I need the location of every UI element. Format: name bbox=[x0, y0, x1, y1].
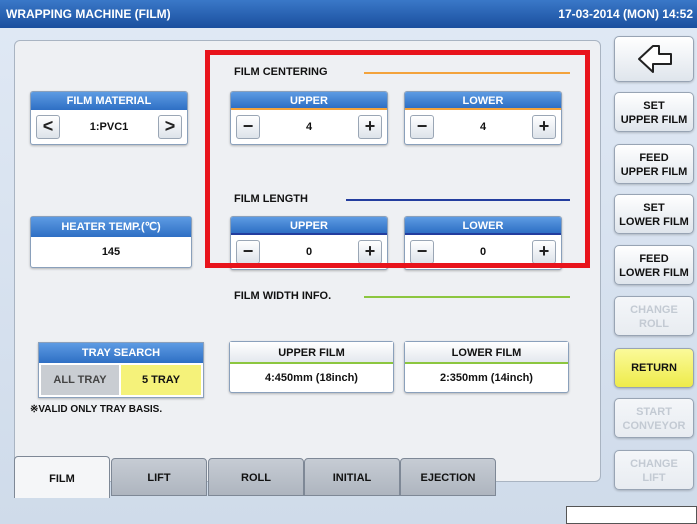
length-upper-value: 0 bbox=[305, 246, 313, 258]
tray-search-label: TRAY SEARCH bbox=[39, 343, 203, 363]
feed-upper-film-label-1: FEED bbox=[639, 152, 669, 164]
centering-lower-plus-button[interactable]: + bbox=[532, 115, 556, 139]
film-material-next-button[interactable]: > bbox=[158, 115, 182, 139]
change-roll-button[interactable]: CHANGE ROLL bbox=[614, 296, 694, 336]
film-material-label: FILM MATERIAL bbox=[31, 92, 187, 110]
return-arrow-icon bbox=[638, 45, 672, 73]
length-lower-label: LOWER bbox=[405, 217, 561, 235]
centering-upper-plus-button[interactable]: + bbox=[358, 115, 382, 139]
tab-lift[interactable]: LIFT bbox=[111, 458, 207, 496]
tab-initial[interactable]: INITIAL bbox=[304, 458, 400, 496]
window-title: WRAPPING MACHINE (FILM) bbox=[6, 7, 171, 21]
upper-film-info: UPPER FILM 4:450mm (18inch) bbox=[229, 341, 394, 393]
title-bar: WRAPPING MACHINE (FILM) 17-03-2014 (MON)… bbox=[0, 0, 697, 28]
film-width-label: FILM WIDTH INFO. bbox=[234, 290, 332, 302]
tray-search-control: TRAY SEARCH ALL TRAY 5 TRAY bbox=[38, 342, 204, 398]
length-lower-control: LOWER − 0 + bbox=[404, 216, 562, 270]
set-upper-film-button[interactable]: SET UPPER FILM bbox=[614, 92, 694, 132]
set-upper-film-label-1: SET bbox=[643, 100, 665, 112]
film-centering-label: FILM CENTERING bbox=[234, 66, 328, 78]
tab-film[interactable]: FILM bbox=[14, 456, 110, 498]
film-length-label: FILM LENGTH bbox=[234, 193, 308, 205]
centering-lower-minus-button[interactable]: − bbox=[410, 115, 434, 139]
start-conveyor-label-2: CONVEYOR bbox=[622, 420, 686, 432]
heater-temp-display[interactable]: HEATER TEMP.(℃) 145 bbox=[30, 216, 192, 268]
set-lower-film-button[interactable]: SET LOWER FILM bbox=[614, 194, 694, 234]
length-upper-plus-button[interactable]: + bbox=[358, 240, 382, 264]
film-material-prev-button[interactable]: < bbox=[36, 115, 60, 139]
heater-temp-label: HEATER TEMP.(℃) bbox=[31, 217, 191, 237]
lower-film-info: LOWER FILM 2:350mm (14inch) bbox=[404, 341, 569, 393]
start-conveyor-label-1: START bbox=[636, 406, 672, 418]
change-roll-label-1: CHANGE bbox=[630, 304, 678, 316]
length-upper-minus-button[interactable]: − bbox=[236, 240, 260, 264]
centering-upper-value: 4 bbox=[305, 121, 313, 133]
film-length-line bbox=[346, 199, 570, 201]
length-upper-control: UPPER − 0 + bbox=[230, 216, 388, 270]
change-lift-button[interactable]: CHANGE LIFT bbox=[614, 450, 694, 490]
length-lower-plus-button[interactable]: + bbox=[532, 240, 556, 264]
film-material-control: FILM MATERIAL < 1:PVC1 > bbox=[30, 91, 188, 145]
tab-roll[interactable]: ROLL bbox=[208, 458, 304, 496]
film-centering-line bbox=[364, 72, 570, 74]
centering-upper-control: UPPER − 4 + bbox=[230, 91, 388, 145]
all-tray-option[interactable]: ALL TRAY bbox=[41, 365, 119, 395]
tab-ejection[interactable]: EJECTION bbox=[400, 458, 496, 496]
centering-upper-label: UPPER bbox=[231, 92, 387, 110]
centering-lower-label: LOWER bbox=[405, 92, 561, 110]
length-lower-value: 0 bbox=[479, 246, 487, 258]
length-lower-minus-button[interactable]: − bbox=[410, 240, 434, 264]
set-upper-film-label-2: UPPER FILM bbox=[620, 114, 688, 126]
feed-upper-film-button[interactable]: FEED UPPER FILM bbox=[614, 144, 694, 184]
back-button[interactable] bbox=[614, 36, 694, 82]
heater-temp-value: 145 bbox=[101, 246, 121, 258]
centering-upper-minus-button[interactable]: − bbox=[236, 115, 260, 139]
feed-lower-film-button[interactable]: FEED LOWER FILM bbox=[614, 245, 694, 285]
change-lift-label-1: CHANGE bbox=[630, 458, 678, 470]
feed-upper-film-label-2: UPPER FILM bbox=[620, 166, 688, 178]
feed-lower-film-label-2: LOWER FILM bbox=[619, 267, 689, 279]
return-button[interactable]: RETURN bbox=[614, 348, 694, 388]
upper-film-label: UPPER FILM bbox=[230, 342, 393, 364]
feed-lower-film-label-1: FEED bbox=[639, 253, 669, 265]
film-material-value: 1:PVC1 bbox=[89, 121, 129, 133]
five-tray-option[interactable]: 5 TRAY bbox=[121, 365, 201, 395]
centering-lower-value: 4 bbox=[479, 121, 487, 133]
change-roll-label-2: ROLL bbox=[639, 318, 669, 330]
set-lower-film-label-1: SET bbox=[643, 202, 665, 214]
lower-film-label: LOWER FILM bbox=[405, 342, 568, 364]
lower-film-value: 2:350mm (14inch) bbox=[440, 372, 533, 384]
length-upper-label: UPPER bbox=[231, 217, 387, 235]
set-lower-film-label-2: LOWER FILM bbox=[619, 216, 689, 228]
upper-film-value: 4:450mm (18inch) bbox=[265, 372, 358, 384]
change-lift-label-2: LIFT bbox=[642, 472, 666, 484]
start-conveyor-button[interactable]: START CONVEYOR bbox=[614, 398, 694, 438]
status-field bbox=[566, 506, 697, 524]
centering-lower-control: LOWER − 4 + bbox=[404, 91, 562, 145]
film-width-line bbox=[364, 296, 570, 298]
tray-note: ※VALID ONLY TRAY BASIS. bbox=[30, 404, 163, 415]
clock: 17-03-2014 (MON) 14:52 bbox=[558, 7, 693, 21]
